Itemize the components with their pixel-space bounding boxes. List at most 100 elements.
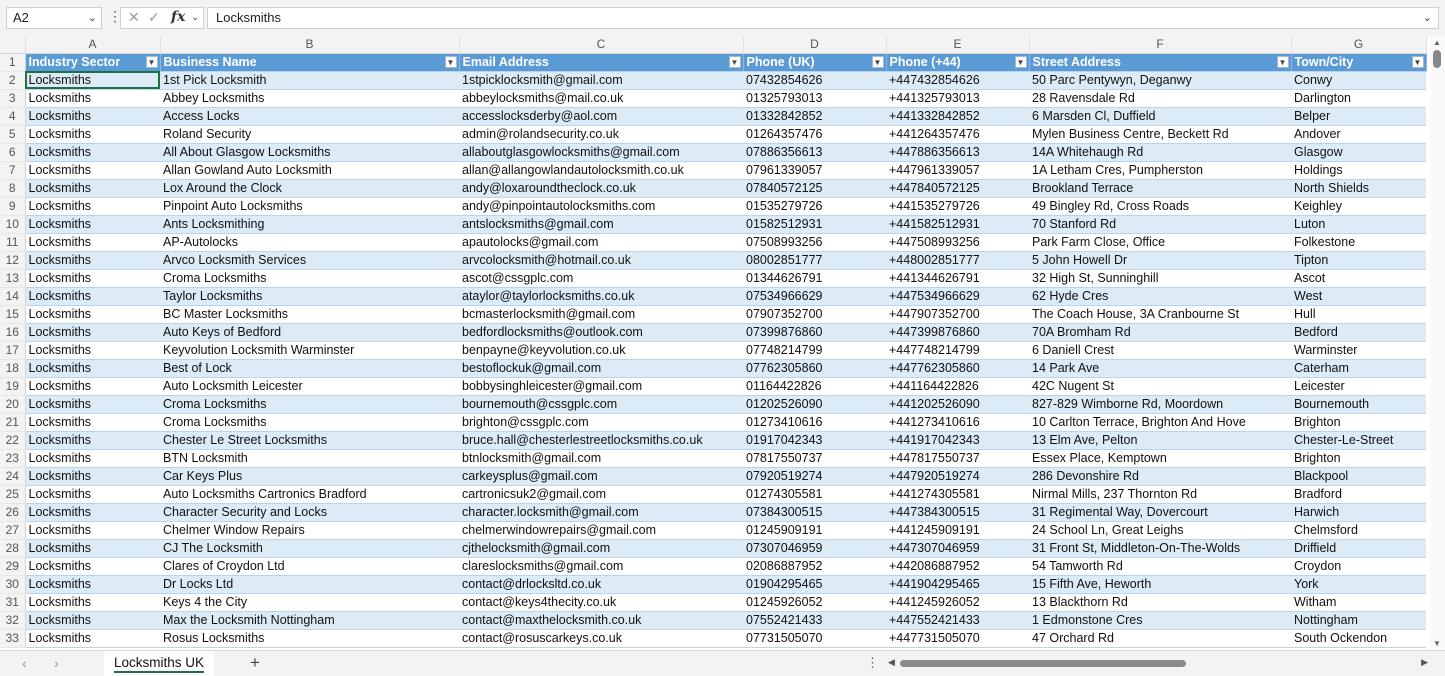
scroll-left-icon[interactable]: ◀ bbox=[888, 657, 895, 668]
table-cell[interactable]: Andover bbox=[1291, 125, 1426, 144]
table-cell[interactable]: 07920519274 bbox=[743, 467, 886, 486]
table-cell[interactable]: Locksmiths bbox=[25, 413, 160, 432]
table-cell[interactable]: 01917042343 bbox=[743, 431, 886, 450]
table-cell[interactable]: 07399876860 bbox=[743, 323, 886, 342]
table-cell[interactable]: 827-829 Wimborne Rd, Moordown bbox=[1029, 395, 1291, 414]
table-cell[interactable]: Arvco Locksmith Services bbox=[160, 251, 459, 270]
row-number[interactable]: 4 bbox=[0, 107, 26, 126]
table-cell[interactable]: 01245909191 bbox=[743, 521, 886, 540]
table-cell[interactable]: Locksmiths bbox=[25, 449, 160, 468]
table-cell[interactable]: 62 Hyde Cres bbox=[1029, 287, 1291, 306]
row-number[interactable]: 8 bbox=[0, 179, 26, 198]
table-cell[interactable]: cjthelocksmith@gmail.com bbox=[459, 539, 743, 558]
table-cell[interactable]: Mylen Business Centre, Beckett Rd bbox=[1029, 125, 1291, 144]
table-cell[interactable]: Dr Locks Ltd bbox=[160, 575, 459, 594]
table-cell[interactable]: +441332842852 bbox=[886, 107, 1029, 126]
table-cell[interactable]: Glasgow bbox=[1291, 143, 1426, 162]
table-cell[interactable]: +447961339057 bbox=[886, 161, 1029, 180]
sheet-tab-locksmiths-uk[interactable]: Locksmiths UK bbox=[104, 651, 214, 676]
table-cell[interactable]: +447384300515 bbox=[886, 503, 1029, 522]
column-header[interactable]: D bbox=[743, 36, 887, 54]
table-cell[interactable]: ascot@cssgplc.com bbox=[459, 269, 743, 288]
table-cell[interactable]: Nottingham bbox=[1291, 611, 1426, 630]
table-cell[interactable]: Warminster bbox=[1291, 341, 1426, 360]
table-cell[interactable]: Folkestone bbox=[1291, 233, 1426, 252]
filter-dropdown-icon[interactable]: ▼ bbox=[145, 55, 158, 68]
row-number[interactable]: 14 bbox=[0, 287, 26, 306]
table-cell[interactable]: 01245926052 bbox=[743, 593, 886, 612]
table-cell[interactable]: +441264357476 bbox=[886, 125, 1029, 144]
table-cell[interactable]: +441582512931 bbox=[886, 215, 1029, 234]
table-cell[interactable]: Chelmsford bbox=[1291, 521, 1426, 540]
filter-dropdown-icon[interactable]: ▼ bbox=[1276, 55, 1289, 68]
row-number[interactable]: 19 bbox=[0, 377, 26, 396]
table-header-cell[interactable]: Phone (UK) ▼ bbox=[743, 53, 887, 72]
table-cell[interactable]: brighton@cssgplc.com bbox=[459, 413, 743, 432]
table-cell[interactable]: +447307046959 bbox=[886, 539, 1029, 558]
table-cell[interactable]: Character Security and Locks bbox=[160, 503, 459, 522]
column-header[interactable]: A bbox=[25, 36, 161, 54]
chevron-down-icon[interactable]: ⌄ bbox=[88, 8, 97, 28]
table-cell[interactable]: 24 School Ln, Great Leighs bbox=[1029, 521, 1291, 540]
table-cell[interactable]: Locksmiths bbox=[25, 89, 160, 108]
table-cell[interactable]: +447399876860 bbox=[886, 323, 1029, 342]
table-cell[interactable]: BTN Locksmith bbox=[160, 449, 459, 468]
table-cell[interactable]: Keyvolution Locksmith Warminster bbox=[160, 341, 459, 360]
table-cell[interactable]: abbeylocksmiths@mail.co.uk bbox=[459, 89, 743, 108]
table-cell[interactable]: +447508993256 bbox=[886, 233, 1029, 252]
table-cell[interactable]: +447432854626 bbox=[886, 71, 1029, 90]
table-cell[interactable]: +447907352700 bbox=[886, 305, 1029, 324]
table-cell[interactable]: +441274305581 bbox=[886, 485, 1029, 504]
table-cell[interactable]: Leicester bbox=[1291, 377, 1426, 396]
table-cell[interactable]: btnlocksmith@gmail.com bbox=[459, 449, 743, 468]
column-header[interactable]: C bbox=[459, 36, 744, 54]
table-cell[interactable]: bobbysinghleicester@gmail.com bbox=[459, 377, 743, 396]
table-cell[interactable]: 07552421433 bbox=[743, 611, 886, 630]
row-number[interactable]: 32 bbox=[0, 611, 26, 630]
table-cell[interactable]: Locksmiths bbox=[25, 251, 160, 270]
table-cell[interactable]: +441917042343 bbox=[886, 431, 1029, 450]
table-cell[interactable]: 50 Parc Pentywyn, Deganwy bbox=[1029, 71, 1291, 90]
table-cell[interactable]: allan@allangowlandautolocksmith.co.uk bbox=[459, 161, 743, 180]
table-cell[interactable]: Auto Locksmiths Cartronics Bradford bbox=[160, 485, 459, 504]
column-header[interactable]: G bbox=[1291, 36, 1427, 54]
row-number[interactable]: 26 bbox=[0, 503, 26, 522]
table-cell[interactable]: 02086887952 bbox=[743, 557, 886, 576]
more-options-icon[interactable]: ⋮ bbox=[866, 655, 879, 671]
table-header-cell[interactable]: Town/City ▼ bbox=[1291, 53, 1427, 72]
row-number[interactable]: 28 bbox=[0, 539, 26, 558]
table-cell[interactable]: Locksmiths bbox=[25, 125, 160, 144]
table-cell[interactable]: 01332842852 bbox=[743, 107, 886, 126]
row-number[interactable]: 20 bbox=[0, 395, 26, 414]
table-cell[interactable]: 1A Letham Cres, Pumpherston bbox=[1029, 161, 1291, 180]
table-cell[interactable]: Locksmiths bbox=[25, 521, 160, 540]
table-cell[interactable]: Bournemouth bbox=[1291, 395, 1426, 414]
table-cell[interactable]: Chester Le Street Locksmiths bbox=[160, 431, 459, 450]
table-cell[interactable]: Locksmiths bbox=[25, 233, 160, 252]
table-cell[interactable]: 07432854626 bbox=[743, 71, 886, 90]
table-cell[interactable]: +442086887952 bbox=[886, 557, 1029, 576]
table-cell[interactable]: 01273410616 bbox=[743, 413, 886, 432]
table-cell[interactable]: 07886356613 bbox=[743, 143, 886, 162]
table-cell[interactable]: +441245909191 bbox=[886, 521, 1029, 540]
table-cell[interactable]: ataylor@taylorlocksmiths.co.uk bbox=[459, 287, 743, 306]
table-cell[interactable]: 15 Fifth Ave, Heworth bbox=[1029, 575, 1291, 594]
table-cell[interactable]: +441164422826 bbox=[886, 377, 1029, 396]
table-cell[interactable]: Park Farm Close, Office bbox=[1029, 233, 1291, 252]
table-cell[interactable]: South Ockendon bbox=[1291, 629, 1426, 648]
vertical-scroll-thumb[interactable] bbox=[1433, 50, 1441, 68]
table-cell[interactable]: Auto Keys of Bedford bbox=[160, 323, 459, 342]
chevron-down-icon[interactable]: ⌄ bbox=[191, 12, 199, 23]
table-cell[interactable]: bedfordlocksmiths@outlook.com bbox=[459, 323, 743, 342]
table-cell[interactable]: Brookland Terrace bbox=[1029, 179, 1291, 198]
table-cell[interactable]: 07907352700 bbox=[743, 305, 886, 324]
table-cell[interactable]: The Coach House, 3A Cranbourne St bbox=[1029, 305, 1291, 324]
table-cell[interactable]: carkeysplus@gmail.com bbox=[459, 467, 743, 486]
table-cell[interactable]: +447886356613 bbox=[886, 143, 1029, 162]
table-cell[interactable]: +447840572125 bbox=[886, 179, 1029, 198]
table-cell[interactable]: contact@drlocksltd.co.uk bbox=[459, 575, 743, 594]
fx-icon[interactable]: fx bbox=[171, 9, 185, 25]
table-cell[interactable]: allaboutglasgowlocksmiths@gmail.com bbox=[459, 143, 743, 162]
scroll-down-icon[interactable]: ▼ bbox=[1433, 639, 1441, 648]
row-number[interactable]: 30 bbox=[0, 575, 26, 594]
